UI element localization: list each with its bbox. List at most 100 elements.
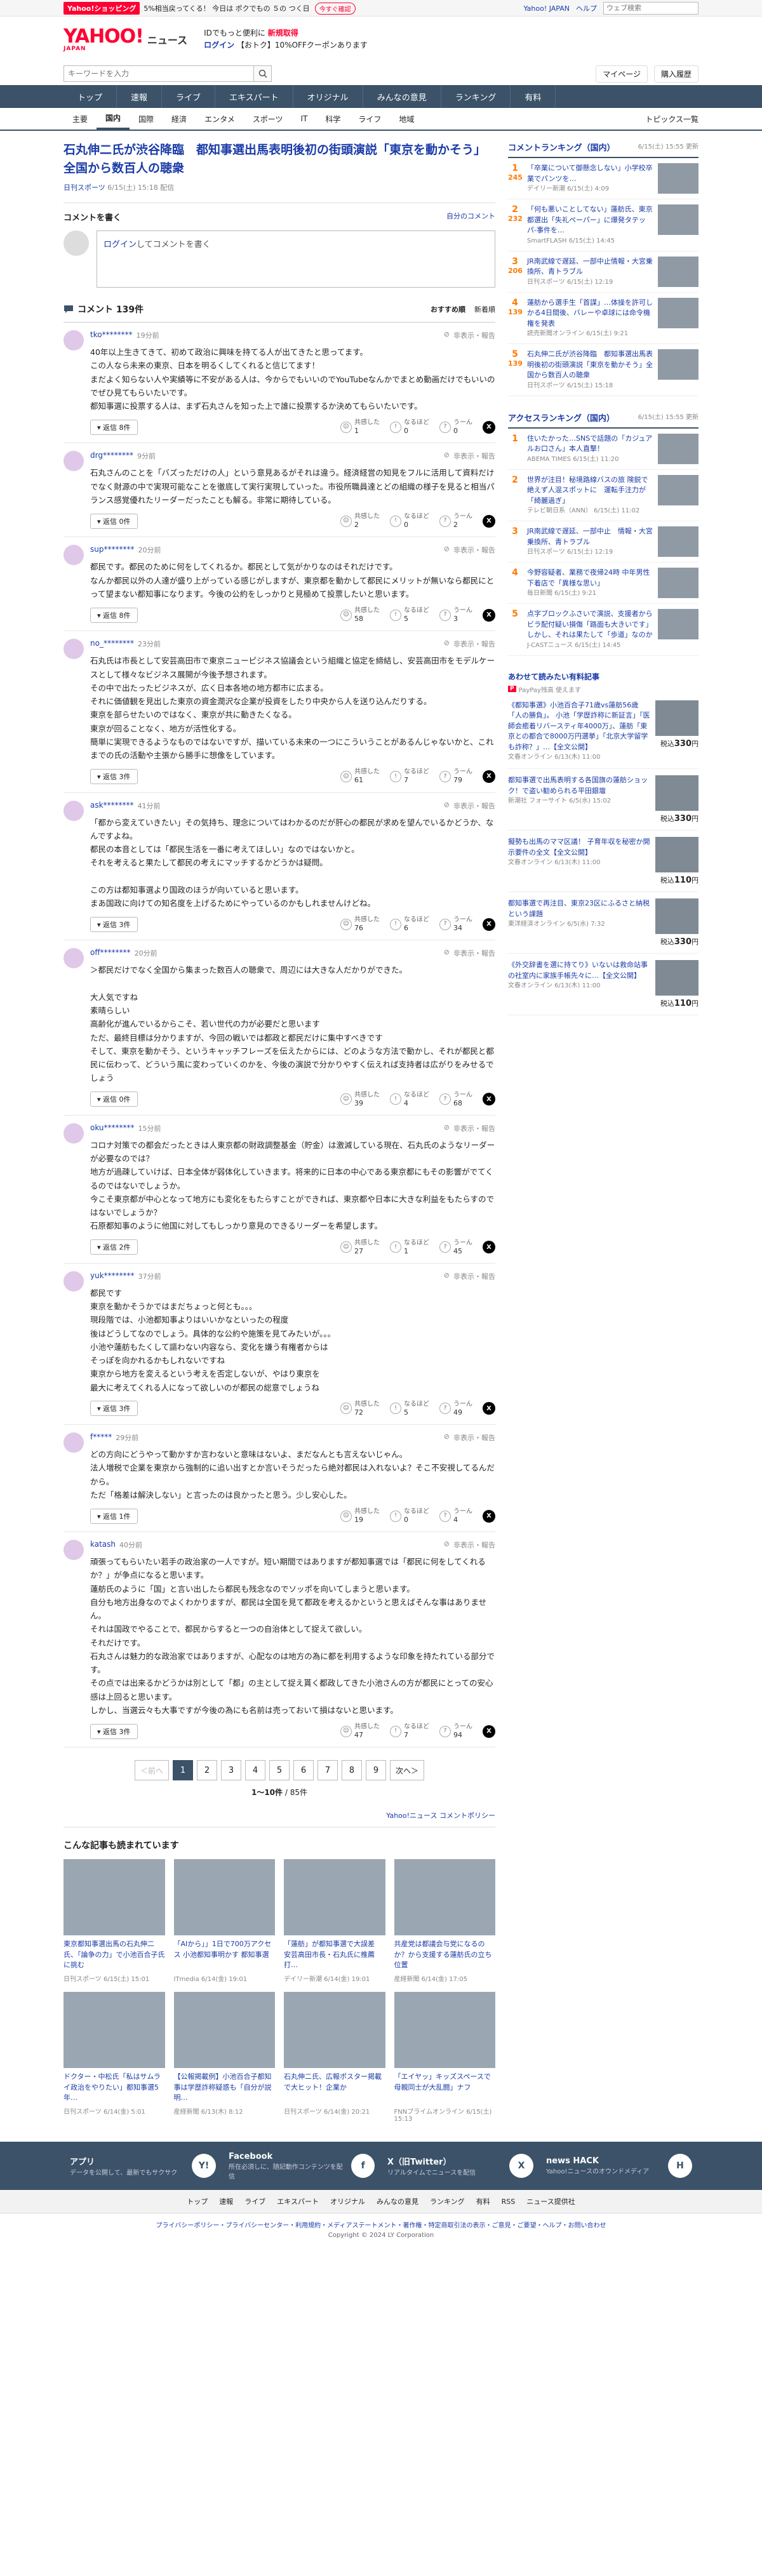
x-share-icon[interactable]: X (483, 1402, 495, 1415)
x-share-icon[interactable]: X (483, 514, 495, 528)
yahoo-japan-link[interactable]: Yahoo! JAPAN (523, 4, 570, 13)
page-button[interactable]: 5 (269, 1760, 290, 1781)
x-share-icon[interactable]: X (483, 1093, 495, 1106)
report-button[interactable]: ⊘ 非表示・報告 (444, 948, 495, 958)
empathy-button[interactable]: ☺ 共感した 39 (340, 1091, 380, 1107)
article-source[interactable]: 日刊スポーツ (64, 184, 105, 192)
recommend-card[interactable]: 「蓮舫」が都知事選で大誤差 安芸高田市長・石丸氏に推薦打… デイリー新潮 6/14… (284, 1859, 385, 1983)
ranking-title[interactable]: 石丸伸二氏が渋谷降臨 都知事選出馬表明後初の街頭演説「東京を動かそう」全国から数… (527, 349, 653, 381)
report-button[interactable]: ⊘ 非表示・報告 (444, 1540, 495, 1550)
ranking-item[interactable]: 5 点字ブロックふさいで演説、支援者からビラ配付疑い損傷「路面も大きいです」しかし… (508, 604, 698, 656)
x-share-icon[interactable]: X (483, 1241, 495, 1254)
report-button[interactable]: ⊘ 非表示・報告 (444, 1123, 495, 1133)
ranking-item[interactable]: 2 232 「何も悪いことしてない」蓮舫氏、東京都選出「失礼ペーパー」に爆発タテッパ… (508, 199, 698, 251)
paid-article-title[interactable]: 都知事選で再注目、東京23区にふるさと納税という課題 (508, 898, 650, 919)
insight-button[interactable]: ! なるほど 0 (390, 513, 429, 529)
shopping-tag[interactable]: Yahoo!ショッピング (64, 2, 140, 15)
ranking-item[interactable]: 1 245 「卒業について御懸念しない」小学校卒業でパンツを… デイリー新潮 6/15… (508, 158, 698, 199)
footer-nav-item[interactable]: 有料 (476, 2196, 490, 2206)
recommend-title[interactable]: 【公報掲載例】小池百合子都知事は学歴詐称疑惑も「自分が説明… (174, 2072, 276, 2104)
login-link[interactable]: ログイン (204, 41, 234, 50)
topics-list-link[interactable]: トピックス一覧 (645, 114, 698, 124)
hmm-button[interactable]: ? うーん 34 (439, 916, 472, 932)
report-button[interactable]: ⊘ 非表示・報告 (444, 1432, 495, 1443)
insight-button[interactable]: ! なるほど 7 (390, 1723, 429, 1739)
subnav-entertainment[interactable]: エンタメ (196, 114, 244, 124)
reply-toggle-button[interactable]: ▾ 返信 0件 (90, 1091, 138, 1107)
ranking-item[interactable]: 4 139 蓮舫から選手生「首謀」…体操を許可しかる4日間後、バレーや卓球には命令機… (508, 293, 698, 344)
recommend-card[interactable]: 「AIから」」1日で700万アクセス 小池都知事明かす 都知事選 ITmedia … (173, 1859, 275, 1983)
insight-button[interactable]: ! なるほど 0 (390, 419, 429, 435)
comment-input[interactable]: ログインしてコメントを書く (97, 230, 495, 288)
empathy-button[interactable]: ☺ 共感した 72 (340, 1401, 380, 1417)
footer-nav-item[interactable]: オリジナル (330, 2196, 365, 2206)
comment-user[interactable]: sup******** (90, 545, 134, 555)
subnav-science[interactable]: 科学 (316, 114, 349, 124)
hmm-button[interactable]: ? うーん 4 (439, 1508, 472, 1524)
ranking-title[interactable]: 「何も悪いことしてない」蓮舫氏、東京都選出「失礼ペーパー」に爆発タテッパ-事件を… (527, 204, 653, 236)
hmm-button[interactable]: ? うーん 2 (439, 513, 472, 529)
insight-button[interactable]: ! なるほど 5 (390, 607, 429, 623)
yahoo-logo[interactable]: YAHOO! JAPAN (64, 27, 144, 52)
insight-button[interactable]: ! なるほど 1 (390, 1239, 429, 1255)
nav-live[interactable]: ライブ (162, 85, 216, 108)
footer-nav-item[interactable]: エキスパート (277, 2196, 319, 2206)
promo-button[interactable]: 今すぐ確認 (314, 2, 356, 15)
footer-nav-item[interactable]: 速報 (219, 2196, 233, 2206)
page-button[interactable]: 4 (245, 1760, 265, 1781)
subnav-main[interactable]: 主要 (64, 114, 97, 124)
nav-paid[interactable]: 有料 (511, 85, 556, 108)
help-link[interactable]: ヘルプ (576, 3, 597, 13)
report-button[interactable]: ⊘ 非表示・報告 (444, 801, 495, 811)
footer-nav-item[interactable]: みんなの意見 (377, 2196, 418, 2206)
news-search-input[interactable] (64, 65, 254, 82)
next-page-button[interactable]: 次へ＞ (390, 1760, 424, 1781)
footer-banner-item[interactable]: Facebook 所在必須しに、随記動作コンテンツを配信 f (222, 2152, 381, 2180)
recommend-card[interactable]: 「エイヤッ」キッズスペースで母親同士が大乱闘」ナフ FNNプライムオンライン 6/… (394, 1992, 495, 2123)
recommend-title[interactable]: 石丸伸二氏、広報ポスター掲載で大ヒット！企業か (284, 2072, 385, 2104)
empathy-button[interactable]: ☺ 共感した 27 (340, 1239, 380, 1255)
ranking-item[interactable]: 2 世界が注目！秘境路線バスの旅 険鋭で絶えず人混スポットに 運転手注力が「綺麗過… (508, 470, 698, 521)
my-comments-link[interactable]: 自分のコメント (446, 211, 495, 223)
ranking-item[interactable]: 5 139 石丸伸二氏が渋谷降臨 都知事選出馬表明後初の街頭演説「東京を動かそう」全… (508, 344, 698, 396)
sort-recommended[interactable]: おすすめ順 (431, 304, 465, 314)
ranking-item[interactable]: 3 JR南武線で遅延、一部中止 情報・大宮乗換所、青トラブル 日刊スポーツ 6/15… (508, 521, 698, 563)
empathy-button[interactable]: ☺ 共感した 47 (340, 1723, 380, 1739)
report-button[interactable]: ⊘ 非表示・報告 (444, 330, 495, 340)
ranking-item[interactable]: 1 住いたかった…SNSで話題の「カジュアルお口さん」本人直撃！ ABEMA TIM… (508, 429, 698, 470)
insight-button[interactable]: ! なるほど 6 (390, 916, 429, 932)
insight-button[interactable]: ! なるほど 7 (390, 768, 429, 784)
hmm-button[interactable]: ? うーん 0 (439, 419, 472, 435)
reply-toggle-button[interactable]: ▾ 返信 3件 (90, 768, 138, 784)
x-share-icon[interactable]: X (483, 1725, 495, 1738)
footer-nav-item[interactable]: ランキング (430, 2196, 465, 2206)
recommend-title[interactable]: 「蓮舫」が都知事選で大誤差 安芸高田市長・石丸氏に推薦打… (284, 1939, 385, 1971)
ranking-title[interactable]: 世界が注目！秘境路線バスの旅 険鋭で絶えず人混スポットに 運転手注力が「綺麗過ぎ… (527, 475, 653, 507)
hmm-button[interactable]: ? うーん 45 (439, 1239, 472, 1255)
comment-user[interactable]: off******** (90, 948, 131, 958)
nav-original[interactable]: オリジナル (293, 85, 363, 108)
x-share-icon[interactable]: X (483, 1509, 495, 1523)
paid-article-item[interactable]: 《都知事選》小池百合子71歳vs蓮舫56歳「人の勝負」。 小池「学歴詐称に新証言… (508, 694, 698, 769)
recommend-card[interactable]: 共産党は都議会与党になるのか？から支援する蓮舫氏の立ち位置 産経新聞 6/14(金… (394, 1859, 495, 1983)
reply-toggle-button[interactable]: ▾ 返信 1件 (90, 1508, 138, 1524)
footer-nav-item[interactable]: ニュース提供社 (526, 2196, 575, 2206)
hmm-button[interactable]: ? うーん 68 (439, 1091, 472, 1107)
subnav-sports[interactable]: スポーツ (244, 114, 292, 124)
x-share-icon[interactable]: X (483, 420, 495, 434)
subnav-domestic[interactable]: 国内 (97, 108, 130, 130)
ranking-title[interactable]: 住いたかった…SNSで話題の「カジュアルお口さん」本人直撃！ (527, 434, 653, 455)
page-button[interactable]: 3 (221, 1760, 241, 1781)
empathy-button[interactable]: ☺ 共感した 76 (340, 916, 380, 932)
history-button[interactable]: 購入履歴 (653, 65, 698, 83)
comment-user[interactable]: ask******** (90, 801, 134, 811)
footer-links[interactable]: プライバシーポリシー・プライバシーセンター・利用規約・メディアステートメント・著… (0, 2213, 762, 2232)
paid-article-title[interactable]: 《都知事選》小池百合子71歳vs蓮舫56歳「人の勝負」。 小池「学歴詐称に新証言… (508, 700, 650, 753)
footer-nav-item[interactable]: ライブ (244, 2196, 265, 2206)
reply-toggle-button[interactable]: ▾ 返信 8件 (90, 607, 138, 623)
paid-article-item[interactable]: 都知事選で出馬表明する各国旗の蓮舫ショック！で盗い勧められる平田銀壇 新潮社 フォ… (508, 769, 698, 831)
reply-toggle-button[interactable]: ▾ 返信 2件 (90, 1239, 138, 1255)
comment-user[interactable]: no_******** (90, 639, 134, 649)
empathy-button[interactable]: ☺ 共感した 2 (340, 513, 380, 529)
page-button[interactable]: 1 (173, 1760, 193, 1781)
